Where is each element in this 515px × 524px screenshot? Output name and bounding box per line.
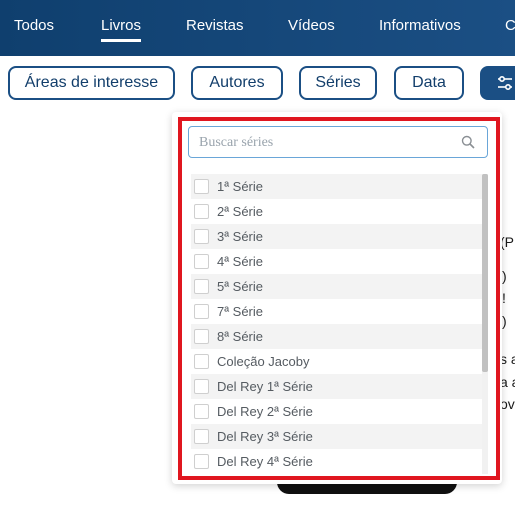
list-item-label: Del Rey 4ª Série — [217, 454, 313, 469]
list-item-label: Del Rey 2ª Série — [217, 404, 313, 419]
list-item[interactable]: Del Rey 3ª Série — [191, 424, 482, 449]
list-item[interactable]: 8ª Série — [191, 324, 482, 349]
series-search-input[interactable] — [199, 133, 454, 153]
top-navigation: Todos Livros Revistas Vídeos Informativo… — [0, 0, 515, 56]
areas-filter-button[interactable]: Áreas de interesse — [8, 66, 175, 100]
list-item[interactable]: 7ª Série — [191, 299, 482, 324]
checkbox[interactable] — [194, 354, 209, 369]
background-text-fragment: ) — [502, 268, 507, 284]
list-item-label: Coleção Jacoby — [217, 354, 310, 369]
checkbox[interactable] — [194, 429, 209, 444]
background-text-fragment: (P — [500, 234, 514, 250]
list-item-label: 5ª Série — [217, 279, 264, 294]
tab-informativos[interactable]: Informativos — [379, 17, 461, 34]
series-filter-label: Séries — [315, 74, 361, 91]
list-item[interactable]: 4ª Série — [191, 249, 482, 274]
background-text-fragment: a a — [500, 374, 515, 390]
checkbox[interactable] — [194, 179, 209, 194]
list-item[interactable]: Coleção Jacoby — [191, 349, 482, 374]
checkbox[interactable] — [194, 454, 209, 469]
list-item[interactable]: Del Rey 2ª Série — [191, 399, 482, 424]
series-search-field[interactable] — [188, 126, 488, 158]
autores-filter-label: Autores — [209, 74, 265, 91]
checkbox[interactable] — [194, 379, 209, 394]
background-text-fragment: ) — [502, 313, 507, 329]
list-item-label: 1ª Série — [217, 179, 264, 194]
advanced-filters-button[interactable] — [480, 66, 515, 100]
tab-livros[interactable]: Livros — [101, 17, 142, 42]
list-item[interactable]: 1ª Série — [191, 174, 482, 199]
checkbox[interactable] — [194, 254, 209, 269]
tab-todos[interactable]: Todos — [14, 17, 54, 34]
list-item-label: Del Rey 3ª Série — [217, 429, 313, 444]
series-options-list: 1ª Série 2ª Série 3ª Série 4ª Série 5ª S… — [191, 174, 482, 474]
autores-filter-button[interactable]: Autores — [191, 66, 283, 100]
checkbox[interactable] — [194, 229, 209, 244]
background-text-fragment: ǃ — [502, 290, 506, 306]
list-item[interactable]: Del Rey 1ª Série — [191, 374, 482, 399]
tab-videos[interactable]: Vídeos — [288, 17, 335, 34]
areas-filter-label: Áreas de interesse — [24, 74, 159, 91]
series-filter-button[interactable]: Séries — [299, 66, 377, 100]
background-text-fragment: ov — [500, 396, 515, 412]
scrollbar-thumb[interactable] — [482, 174, 488, 372]
sliders-icon — [498, 75, 512, 91]
checkbox[interactable] — [194, 304, 209, 319]
list-item-label: Del Rey 1ª Série — [217, 379, 313, 394]
data-filter-label: Data — [412, 74, 446, 91]
checkbox[interactable] — [194, 404, 209, 419]
tab-overflow[interactable]: C — [505, 17, 515, 34]
data-filter-button[interactable]: Data — [394, 66, 464, 100]
list-item-label: 8ª Série — [217, 329, 264, 344]
checkbox[interactable] — [194, 279, 209, 294]
list-item-label: 2ª Série — [217, 204, 264, 219]
list-item-label: 7ª Série — [217, 304, 264, 319]
list-item[interactable]: Del Rey 4ª Série — [191, 449, 482, 474]
checkbox[interactable] — [194, 204, 209, 219]
background-text-fragment: s a — [500, 351, 515, 367]
list-item[interactable]: 2ª Série — [191, 199, 482, 224]
list-item[interactable]: 5ª Série — [191, 274, 482, 299]
list-item-label: 3ª Série — [217, 229, 264, 244]
list-item[interactable]: 3ª Série — [191, 224, 482, 249]
search-icon — [461, 135, 475, 149]
checkbox[interactable] — [194, 329, 209, 344]
list-item-label: 4ª Série — [217, 254, 264, 269]
tab-revistas[interactable]: Revistas — [186, 17, 244, 34]
